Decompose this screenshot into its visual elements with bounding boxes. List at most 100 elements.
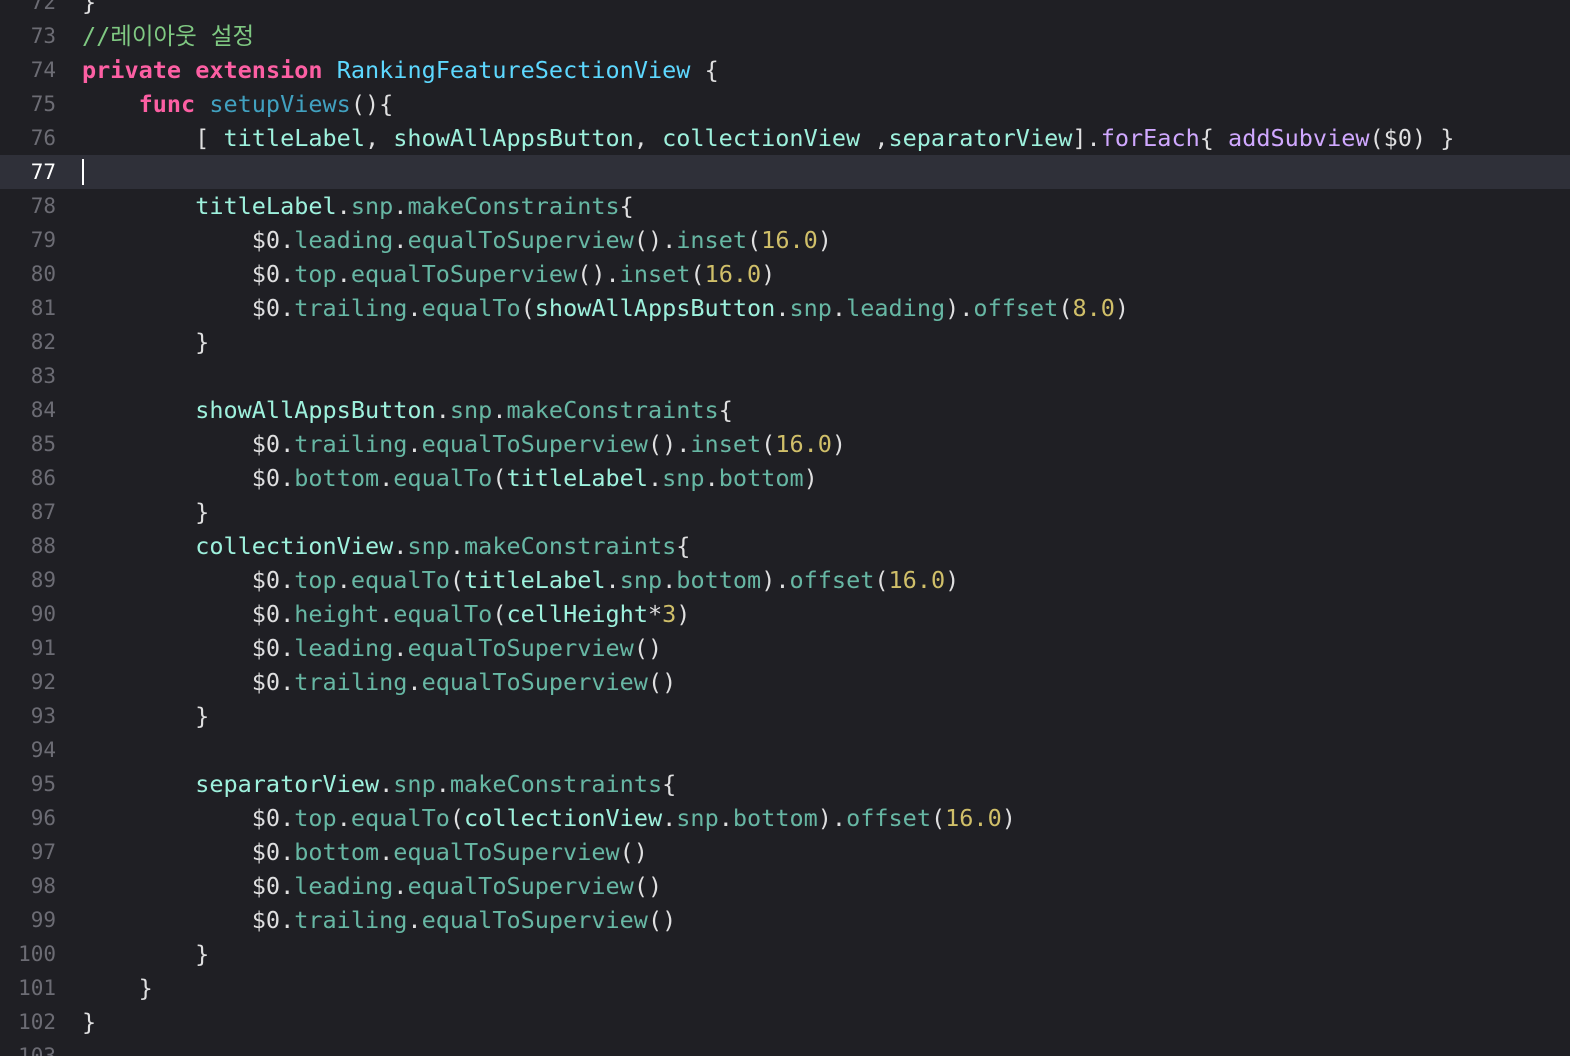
code-line[interactable]: 100 }	[0, 937, 1570, 971]
line-number: 85	[30, 432, 56, 456]
line-number: 96	[30, 806, 56, 830]
code-line[interactable]: 73 //레이아웃 설정	[0, 19, 1570, 53]
code-line[interactable]: 101 }	[0, 971, 1570, 1005]
code-text: $0.trailing.equalToSuperview()	[82, 665, 676, 699]
code-token-plain: ).	[817, 804, 847, 832]
code-line[interactable]: 87 }	[0, 495, 1570, 529]
code-editor[interactable]: 72} 73 //레이아웃 설정 74 private extension Rankin…	[0, 0, 1570, 1056]
code-line[interactable]: 96 $0.top.equalTo(collectionView.snp.bot…	[0, 801, 1570, 835]
code-token-ident: cellHeight	[506, 600, 648, 628]
code-line[interactable]: 82 }	[0, 325, 1570, 359]
code-token-plain: .	[393, 226, 408, 254]
code-token-method: leading	[846, 294, 946, 322]
code-line[interactable]: 81 $0.trailing.equalTo(showAllAppsButton…	[0, 291, 1570, 325]
code-token-comment: //레이아웃 설정	[82, 22, 255, 50]
code-token-plain: )	[676, 600, 691, 628]
code-line[interactable]: 92 $0.trailing.equalToSuperview()	[0, 665, 1570, 699]
code-text: showAllAppsButton.snp.makeConstraints{	[82, 393, 733, 427]
current-code-line[interactable]: 77	[0, 155, 1570, 189]
code-token-method: bottom	[732, 804, 818, 832]
code-lines[interactable]: 72} 73 //레이아웃 설정 74 private extension Rankin…	[0, 0, 1570, 1056]
code-line[interactable]: 76 [ titleLabel, showAllAppsButton, coll…	[0, 121, 1570, 155]
code-token-ident: separatorView	[195, 770, 380, 798]
code-token-plain: $0.	[82, 430, 295, 458]
line-number: 94	[30, 738, 56, 762]
code-token-plain: $0.	[82, 294, 295, 322]
code-text: func setupViews(){	[82, 87, 394, 121]
code-line[interactable]: 72}	[0, 0, 1570, 19]
code-token-plain: .	[492, 396, 507, 424]
code-line[interactable]: 103	[0, 1039, 1570, 1056]
code-token-method: equalTo	[421, 294, 521, 322]
code-token-ident: titleLabel	[195, 192, 337, 220]
code-line[interactable]: 79 $0.leading.equalToSuperview().inset(1…	[0, 223, 1570, 257]
code-text: $0.top.equalToSuperview().inset(16.0)	[82, 257, 776, 291]
code-line[interactable]: 88 collectionView.snp.makeConstraints{	[0, 529, 1570, 563]
code-line[interactable]: 83	[0, 359, 1570, 393]
code-token-keyword: extension	[195, 56, 323, 84]
line-number: 72	[30, 0, 56, 14]
code-token-method: equalToSuperview	[393, 838, 620, 866]
code-line[interactable]: 102}	[0, 1005, 1570, 1039]
line-number: 86	[30, 466, 56, 490]
code-line[interactable]: 86 $0.bottom.equalTo(titleLabel.snp.bott…	[0, 461, 1570, 495]
code-line[interactable]: 78 titleLabel.snp.makeConstraints{	[0, 189, 1570, 223]
code-line[interactable]: 91 $0.leading.equalToSuperview()	[0, 631, 1570, 665]
code-line[interactable]: 98 $0.leading.equalToSuperview()	[0, 869, 1570, 903]
code-token-method: trailing	[294, 430, 408, 458]
code-token-plain: .	[379, 600, 394, 628]
code-token-plain: }	[82, 1008, 97, 1036]
line-number: 74	[30, 58, 56, 82]
code-token-plain: $0.	[82, 838, 295, 866]
code-token-plain: }	[82, 328, 210, 356]
code-line[interactable]: 85 $0.trailing.equalToSuperview().inset(…	[0, 427, 1570, 461]
code-text: $0.leading.equalToSuperview()	[82, 869, 662, 903]
code-token-method: equalTo	[350, 566, 450, 594]
code-token-plain: *	[647, 600, 663, 628]
code-line[interactable]: 90 $0.height.equalTo(cellHeight*3)	[0, 597, 1570, 631]
code-token-plain: )	[817, 226, 832, 254]
code-text: $0.trailing.equalToSuperview().inset(16.…	[82, 427, 846, 461]
code-line[interactable]: 89 $0.top.equalTo(titleLabel.snp.bottom)…	[0, 563, 1570, 597]
code-token-plain: (	[690, 260, 705, 288]
code-token-method: makeConstraints	[449, 770, 663, 798]
line-number: 75	[30, 92, 56, 116]
code-line[interactable]: 74 private extension RankingFeatureSectio…	[0, 53, 1570, 87]
code-token-plain: (	[492, 464, 507, 492]
code-token-number: 16.0	[888, 566, 946, 594]
code-line[interactable]: 84 showAllAppsButton.snp.makeConstraints…	[0, 393, 1570, 427]
code-token-plain: .	[775, 294, 790, 322]
code-token-plain: ()	[647, 906, 677, 934]
code-text: collectionView.snp.makeConstraints{	[82, 529, 690, 563]
code-token-number: 8.0	[1072, 294, 1115, 322]
line-number: 87	[30, 500, 56, 524]
code-line[interactable]: 97 $0.bottom.equalToSuperview()	[0, 835, 1570, 869]
code-token-method: makeConstraints	[407, 192, 620, 220]
code-token-method: equalToSuperview	[421, 906, 648, 934]
code-text: $0.top.equalTo(titleLabel.snp.bottom).of…	[82, 563, 960, 597]
code-token-plain: .	[831, 294, 847, 322]
code-token-number: 16.0	[945, 804, 1002, 832]
code-token-plain: .	[647, 464, 663, 492]
code-token-plain: .	[662, 566, 677, 594]
code-token-plain: $0.	[82, 464, 295, 492]
code-line[interactable]: 80 $0.top.equalToSuperview().inset(16.0)	[0, 257, 1570, 291]
code-line[interactable]: 95 separatorView.snp.makeConstraints{	[0, 767, 1570, 801]
code-token-ident: showAllAppsButton	[393, 124, 634, 152]
code-token-plain: .	[336, 804, 351, 832]
code-line[interactable]: 94	[0, 733, 1570, 767]
code-token-lib: forEach	[1100, 124, 1200, 152]
code-token-number: 3	[662, 600, 677, 628]
code-line[interactable]: 75 func setupViews(){	[0, 87, 1570, 121]
code-line[interactable]: 99 $0.trailing.equalToSuperview()	[0, 903, 1570, 937]
code-token-plain: }	[82, 0, 97, 16]
code-token-method: equalToSuperview	[421, 668, 648, 696]
code-token-plain: {	[1199, 124, 1229, 152]
code-token-plain: .	[407, 294, 422, 322]
code-token-plain: {	[690, 56, 719, 84]
code-line[interactable]: 93 }	[0, 699, 1570, 733]
code-text: $0.top.equalTo(collectionView.snp.bottom…	[82, 801, 1016, 835]
